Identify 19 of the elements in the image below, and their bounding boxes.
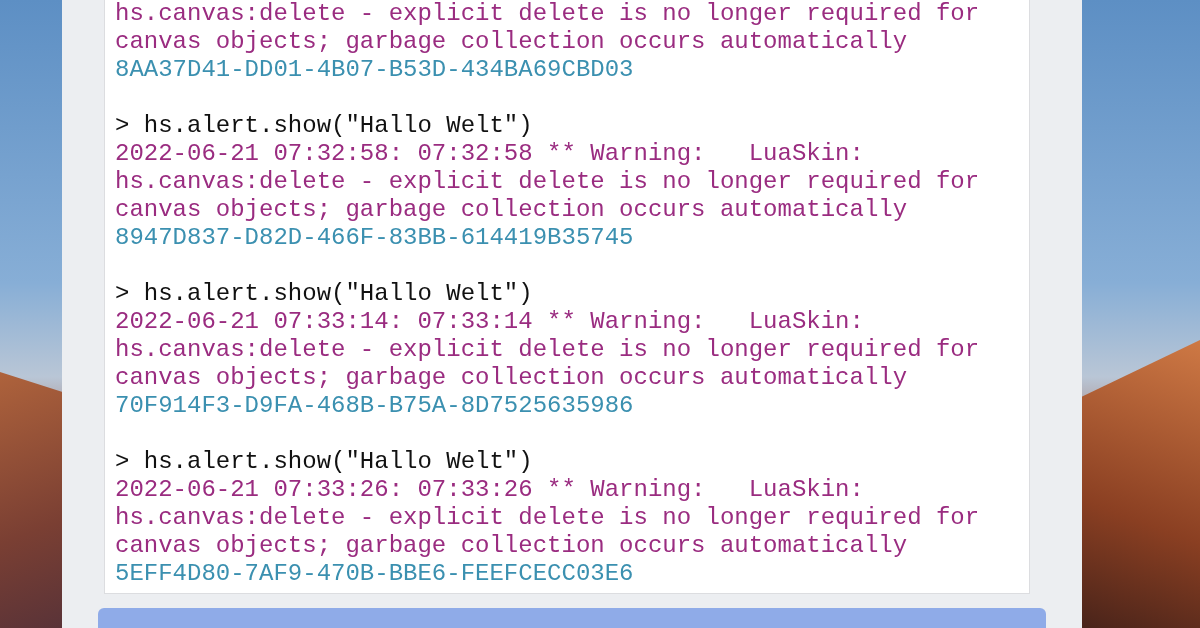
warning-line: 2022-06-21 07:33:26: 07:33:26 ** Warning: LuaSkin: <box>115 476 865 504</box>
warning-line: canvas objects; garbage collection occurs automatically <box>115 532 909 560</box>
command-line: > hs.alert.show("Hallo Welt") <box>115 448 534 476</box>
warning-line: hs.canvas:delete - explicit delete is no longer required for <box>115 168 981 196</box>
input-field[interactable] <box>98 608 1046 628</box>
id-line: 5EFF4D80-7AF9-470B-BBE6-FEEFCECC03E6 <box>115 560 635 588</box>
warning-line: canvas objects; garbage collection occurs automatically <box>115 28 909 56</box>
warning-line: canvas objects; garbage collection occurs automatically <box>115 196 909 224</box>
warning-line: 2022-06-21 07:33:14: 07:33:14 ** Warning: LuaSkin: <box>115 308 865 336</box>
warning-line: 2022-06-21 07:32:58: 07:32:58 ** Warning: LuaSkin: <box>115 140 865 168</box>
command-line: > hs.alert.show("Hallo Welt") <box>115 280 534 308</box>
id-line: 70F914F3-D9FA-468B-B75A-8D7525635986 <box>115 392 635 420</box>
id-line: 8947D837-D82D-466F-83BB-614419B35745 <box>115 224 635 252</box>
warning-line: hs.canvas:delete - explicit delete is no longer required for <box>115 0 981 28</box>
warning-line: canvas objects; garbage collection occurs automatically <box>115 364 909 392</box>
warning-line: hs.canvas:delete - explicit delete is no longer required for <box>115 336 981 364</box>
command-line: > hs.alert.show("Hallo Welt") <box>115 112 534 140</box>
warning-line: hs.canvas:delete - explicit delete is no longer required for <box>115 504 981 532</box>
id-line: 8AA37D41-DD01-4B07-B53D-434BA69CBD03 <box>115 56 635 84</box>
